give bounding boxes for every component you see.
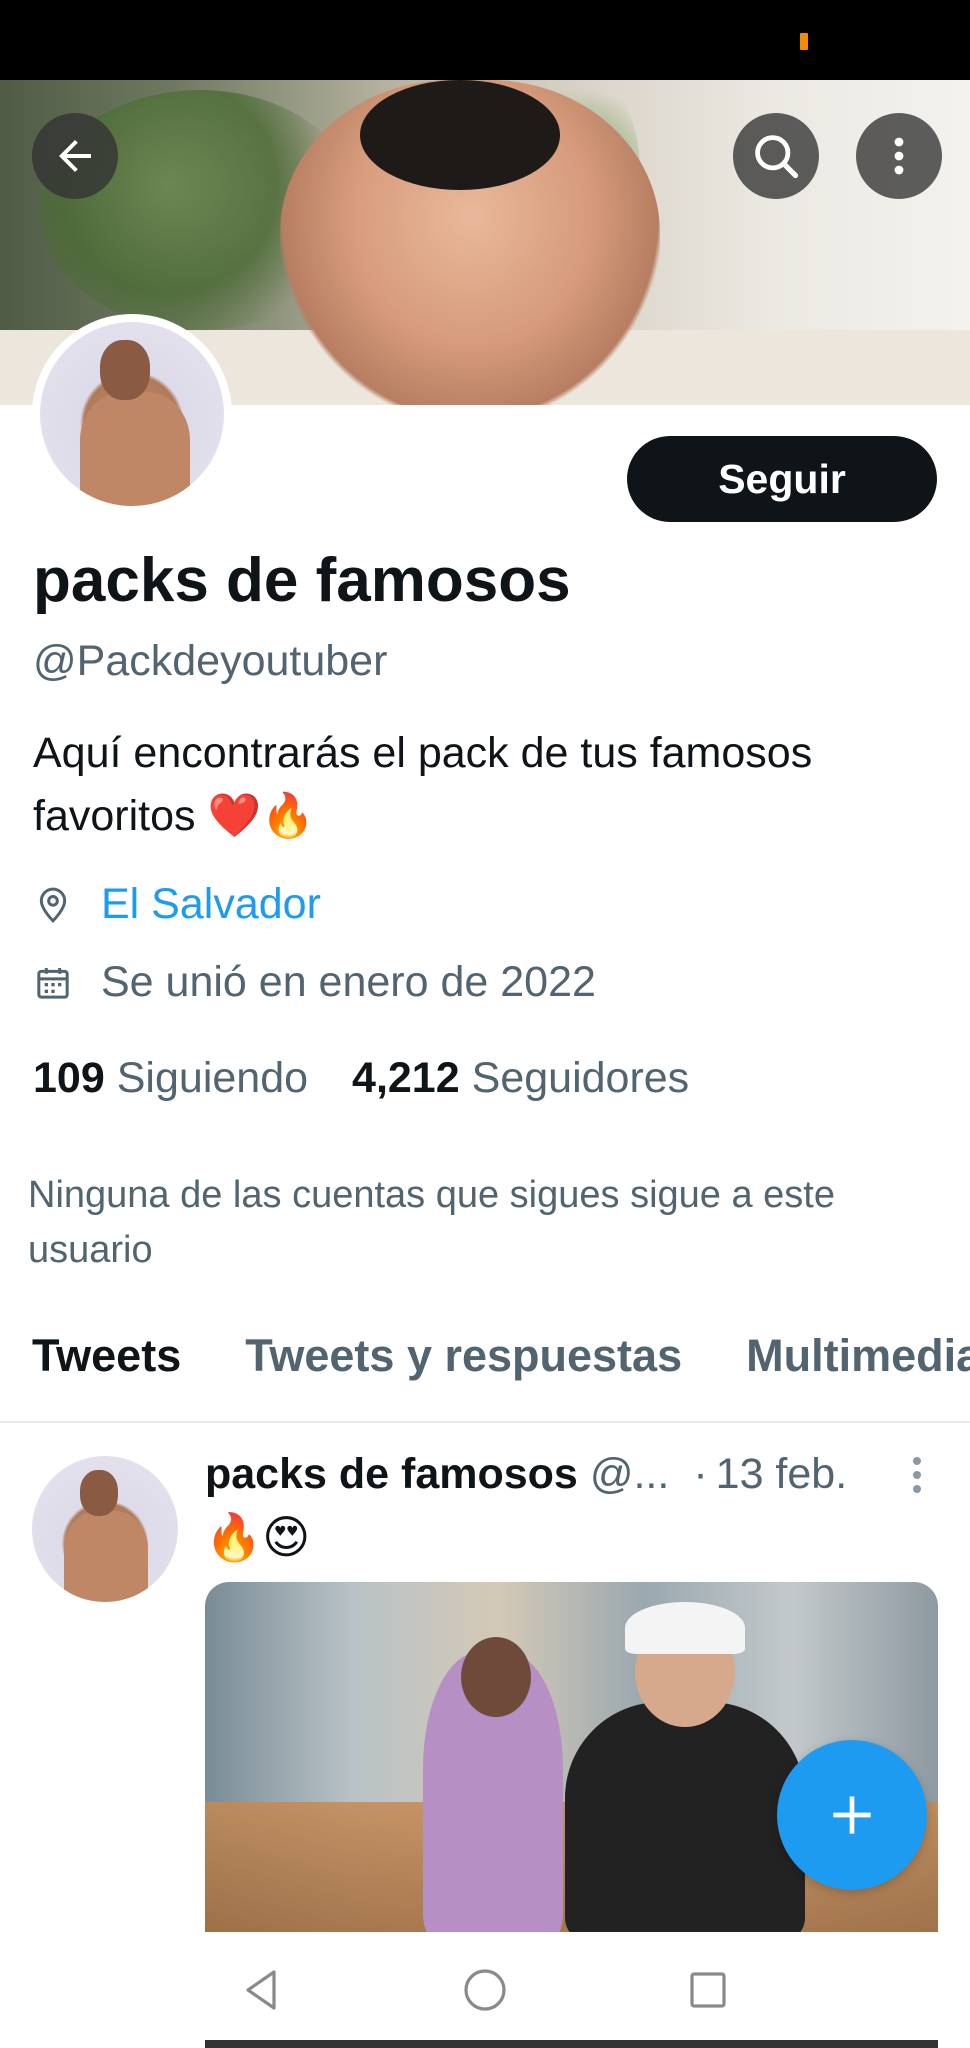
- plus-icon: [833, 1796, 871, 1834]
- tweet-text: 🔥😍: [205, 1511, 311, 1563]
- followers-count: 4,212: [352, 1054, 460, 1102]
- nav-recents-icon[interactable]: [684, 1966, 732, 2014]
- search-icon: [755, 135, 799, 179]
- profile-handle: @Packdeyoutuber: [33, 637, 388, 685]
- calendar-icon: [37, 967, 69, 999]
- tweet-header: packs de famosos @... · 13 feb.: [205, 1450, 847, 1499]
- tab-tweets[interactable]: Tweets: [0, 1330, 213, 1422]
- follow-button[interactable]: Seguir: [627, 436, 937, 522]
- followers-label: Seguidores: [471, 1054, 690, 1102]
- search-button[interactable]: [733, 113, 819, 199]
- tab-tweets-and-replies[interactable]: Tweets y respuestas: [213, 1330, 714, 1422]
- more-vertical-icon: [894, 137, 904, 175]
- location-link[interactable]: El Salvador: [101, 880, 321, 929]
- profile-joined-date: Se unió en enero de 2022: [33, 958, 596, 1007]
- status-bar: [0, 0, 970, 80]
- followers-stat[interactable]: 4,212 Seguidores: [352, 1054, 689, 1103]
- tweet-author-name[interactable]: packs de famosos: [205, 1450, 578, 1499]
- profile-display-name: packs de famosos: [33, 546, 571, 615]
- tweet-separator: ·: [693, 1450, 708, 1498]
- profile-tabs: Tweets Tweets y respuestas Multimedia: [0, 1330, 970, 1422]
- tab-media[interactable]: Multimedia: [714, 1330, 970, 1422]
- back-button[interactable]: [32, 113, 118, 199]
- mutual-followers-note: Ninguna de las cuentas que sigues sigue …: [28, 1174, 835, 1271]
- profile-stats: 109 Siguiendo 4,212 Seguidores: [33, 1054, 733, 1103]
- tweet-author-avatar[interactable]: [32, 1456, 178, 1602]
- status-indicator: [800, 33, 808, 50]
- more-vertical-icon: [913, 1457, 921, 1493]
- profile-avatar[interactable]: [32, 314, 232, 514]
- location-pin-icon: [39, 887, 67, 923]
- following-stat[interactable]: 109 Siguiendo: [33, 1054, 308, 1103]
- next-media-peek: [205, 2040, 938, 2048]
- tweet-more-button[interactable]: [905, 1455, 929, 1500]
- profile-location[interactable]: El Salvador: [33, 880, 321, 929]
- tweet-date[interactable]: 13 feb.: [716, 1450, 848, 1499]
- following-count: 109: [33, 1054, 105, 1102]
- joined-text: Se unió en enero de 2022: [101, 958, 596, 1006]
- tweet-author-handle: @...: [589, 1450, 670, 1498]
- system-navigation-bar: [0, 1932, 970, 2048]
- nav-home-icon[interactable]: [461, 1966, 509, 2014]
- compose-tweet-button[interactable]: [777, 1740, 927, 1890]
- following-label: Siguiendo: [116, 1054, 309, 1102]
- tabs-divider: [0, 1421, 970, 1423]
- nav-back-icon[interactable]: [238, 1966, 286, 2014]
- arrow-left-icon: [59, 140, 91, 172]
- profile-bio: Aquí encontrarás el pack de tus famosos …: [33, 729, 813, 840]
- more-options-button[interactable]: [856, 113, 942, 199]
